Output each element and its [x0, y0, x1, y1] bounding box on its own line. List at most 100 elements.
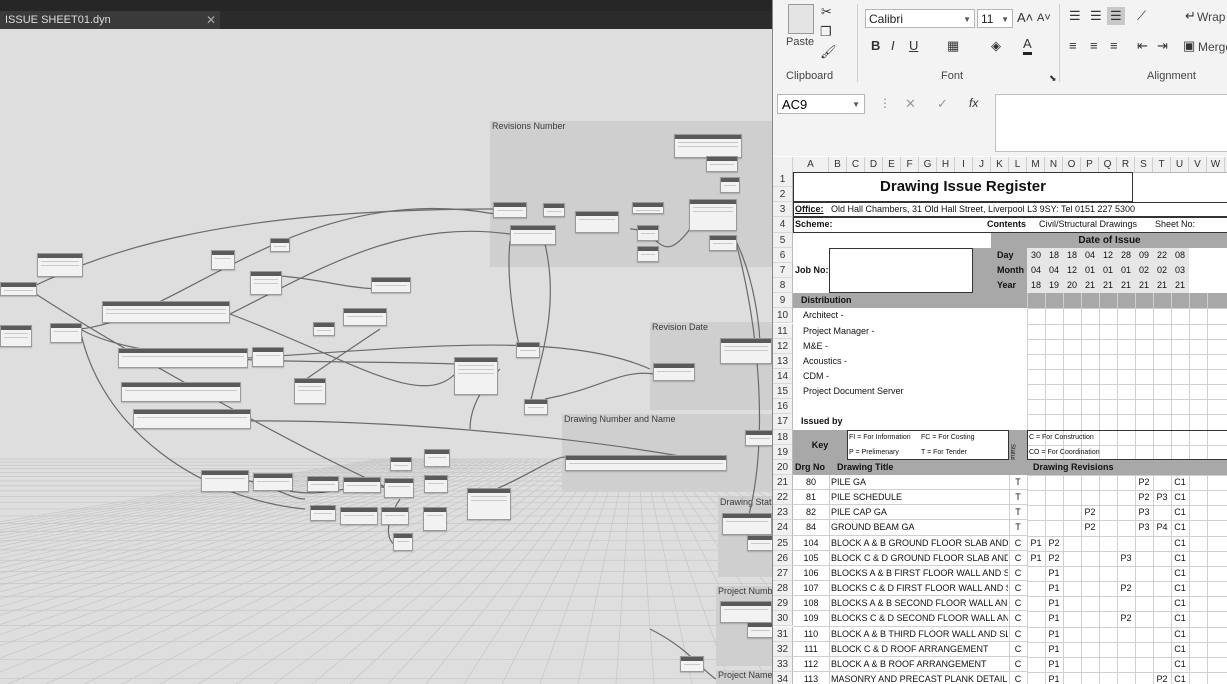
row-header[interactable]: 24 [773, 520, 793, 536]
node[interactable] [424, 475, 448, 493]
dialog-launcher-icon[interactable]: ⬊ [1049, 70, 1057, 86]
italic-button[interactable]: I [891, 38, 895, 54]
grow-font-icon[interactable]: A˄ [1017, 10, 1033, 26]
node[interactable] [680, 656, 704, 672]
row-header[interactable]: 25 [773, 535, 793, 551]
row-header[interactable]: 6 [773, 247, 793, 263]
worksheet-grid[interactable]: ABCDEFGHIJKLMNOPQRSTUVW 1 2 3 4 5 6 7 8 9 10 11 12 1… [773, 157, 1227, 684]
close-tab-icon[interactable]: ✕ [206, 11, 216, 29]
node[interactable] [270, 238, 290, 252]
row-header[interactable]: 19 [773, 444, 793, 460]
node[interactable] [722, 513, 772, 535]
row-header[interactable]: 1 [773, 172, 793, 188]
column-header[interactable]: B [829, 157, 847, 172]
row-header[interactable]: 14 [773, 368, 793, 385]
row-header[interactable]: 23 [773, 505, 793, 521]
node[interactable] [211, 250, 235, 270]
align-right-icon[interactable]: ≡ [1110, 38, 1118, 54]
column-header[interactable]: F [901, 157, 919, 172]
node[interactable] [423, 507, 447, 531]
node[interactable] [384, 478, 414, 498]
shrink-font-icon[interactable]: A˅ [1037, 10, 1051, 26]
node[interactable] [543, 203, 565, 217]
row-header[interactable]: 34 [773, 671, 793, 684]
node[interactable] [674, 134, 742, 158]
node[interactable] [575, 211, 619, 233]
node[interactable] [516, 342, 540, 358]
column-header[interactable]: U [1171, 157, 1189, 172]
font-color-icon[interactable]: A [1023, 36, 1032, 55]
node[interactable] [709, 235, 737, 251]
node[interactable] [637, 225, 659, 241]
align-center-icon[interactable]: ≡ [1090, 38, 1098, 54]
node[interactable] [0, 325, 32, 347]
wrap-text-icon[interactable]: ↵ [1185, 8, 1196, 24]
row-header[interactable]: 17 [773, 414, 793, 430]
orientation-icon[interactable]: ⟋ [1137, 8, 1146, 24]
node[interactable] [747, 535, 772, 551]
node[interactable] [632, 202, 664, 214]
node[interactable] [467, 488, 511, 520]
name-box[interactable]: AC9 ▼ [777, 94, 865, 114]
cancel-icon[interactable]: ✕ [905, 96, 916, 112]
node[interactable] [343, 308, 387, 326]
row-header[interactable]: 16 [773, 399, 793, 415]
merge-icon[interactable]: ▣ [1183, 38, 1195, 54]
node[interactable] [118, 348, 248, 368]
copy-icon[interactable]: ❐ [820, 24, 832, 40]
node[interactable] [689, 199, 737, 231]
decrease-indent-icon[interactable]: ⇤ [1137, 38, 1148, 54]
node[interactable] [637, 246, 659, 262]
column-header[interactable]: M [1027, 157, 1045, 172]
column-header[interactable]: S [1135, 157, 1153, 172]
node[interactable] [250, 271, 282, 295]
font-size-select[interactable]: 11 ▼ [977, 9, 1013, 28]
node[interactable] [294, 378, 326, 404]
row-header[interactable]: 15 [773, 384, 793, 400]
node[interactable] [454, 357, 498, 395]
dynamo-graph-canvas[interactable]: Revisions Number Revision Date Drawing N… [0, 29, 772, 684]
merge-button[interactable]: Merge [1198, 40, 1227, 54]
row-header[interactable]: 4 [773, 217, 793, 233]
align-left-icon[interactable]: ≡ [1069, 38, 1077, 54]
node[interactable] [37, 253, 83, 277]
node[interactable] [653, 363, 695, 381]
node[interactable] [747, 622, 772, 638]
node[interactable] [201, 470, 249, 492]
node[interactable] [424, 449, 450, 467]
node[interactable] [393, 533, 413, 551]
borders-icon[interactable]: ▦ [947, 38, 959, 54]
bold-button[interactable]: B [871, 38, 880, 54]
row-header[interactable]: 33 [773, 656, 793, 672]
node[interactable] [102, 301, 230, 323]
row-header[interactable]: 10 [773, 308, 793, 324]
column-header[interactable]: P [1081, 157, 1099, 172]
column-header[interactable]: H [937, 157, 955, 172]
node[interactable] [121, 382, 241, 402]
row-header[interactable]: 21 [773, 475, 793, 491]
node[interactable] [720, 338, 772, 364]
row-header[interactable]: 29 [773, 596, 793, 612]
node[interactable] [371, 277, 411, 293]
node[interactable] [720, 601, 772, 623]
row-header[interactable]: 31 [773, 626, 793, 642]
select-all-corner[interactable] [773, 157, 793, 172]
cut-icon[interactable]: ✂ [821, 4, 832, 20]
row-header[interactable]: 22 [773, 490, 793, 506]
row-header[interactable]: 27 [773, 565, 793, 582]
node[interactable] [253, 473, 293, 491]
row-header[interactable]: 5 [773, 232, 793, 248]
column-header[interactable]: D [865, 157, 883, 172]
row-header[interactable]: 12 [773, 338, 793, 354]
row-header[interactable]: 26 [773, 550, 793, 566]
formula-input[interactable] [995, 94, 1227, 152]
node[interactable] [313, 322, 335, 336]
row-header[interactable]: 20 [773, 459, 793, 475]
node[interactable] [745, 430, 772, 446]
node[interactable] [133, 409, 251, 429]
paste-icon[interactable] [788, 4, 814, 34]
node[interactable] [524, 399, 548, 415]
column-header[interactable]: I [955, 157, 973, 172]
node[interactable] [510, 225, 556, 245]
increase-indent-icon[interactable]: ⇥ [1157, 38, 1168, 54]
